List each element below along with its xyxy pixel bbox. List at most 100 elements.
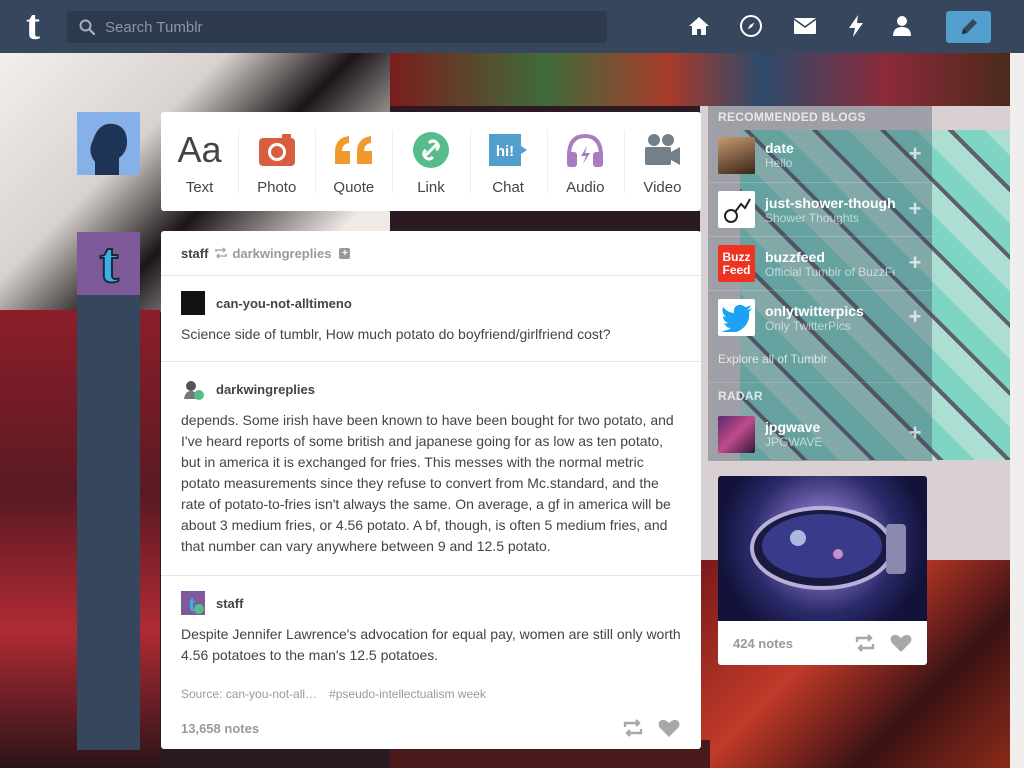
thread-avatar: t [181, 591, 205, 616]
tumblr-t-icon: t [98, 238, 120, 290]
link-icon [412, 127, 450, 173]
recommended-blogs-panel: RECOMMENDED BLOGS date Hello + just-show… [708, 106, 932, 461]
user-silhouette-icon [77, 112, 140, 175]
inbox-icon[interactable] [792, 13, 818, 39]
post-photo-label: Photo [257, 179, 297, 196]
post-text-label: Text [185, 179, 214, 196]
blog-subtitle: Only TwitterPics [765, 318, 851, 333]
thread-user[interactable]: darkwingreplies [181, 377, 681, 401]
blog-subtitle: JPGWAVE [765, 435, 823, 449]
reblogged-from: darkwingreplies + [214, 246, 351, 261]
thread-username[interactable]: darkwingreplies [216, 382, 315, 397]
post-chat-button[interactable]: hi! Chat [469, 112, 547, 211]
follow-plus-icon[interactable]: + [904, 143, 926, 166]
recommended-blog[interactable]: date Hello + [708, 128, 932, 182]
post-author-link[interactable]: staff [181, 246, 208, 261]
home-icon[interactable] [686, 13, 712, 39]
thread-user[interactable]: can-you-not-alltimeno [181, 291, 681, 315]
radar-notes-count[interactable]: 424 notes [733, 636, 840, 651]
blog-avatar [718, 191, 755, 228]
thread-avatar [181, 377, 205, 401]
recommended-blog[interactable]: onlytwitterpics Only TwitterPics + [708, 290, 932, 344]
staff-avatar[interactable]: t [77, 232, 140, 295]
radar-post-image[interactable] [718, 476, 927, 621]
blog-name[interactable]: just-shower-thoughts [765, 195, 895, 211]
tumblr-logo[interactable]: t [16, 5, 50, 47]
blog-subtitle: Shower Thoughts [765, 210, 859, 225]
thread-text: Despite Jennifer Lawrence's advocation f… [181, 626, 681, 663]
shower-thought-icon [723, 198, 751, 223]
blog-name[interactable]: date [765, 140, 895, 156]
post-audio-label: Audio [566, 179, 605, 196]
thread-text: Science side of tumblr, How much potato … [181, 326, 611, 342]
reblog-icon[interactable] [621, 717, 645, 739]
explore-icon[interactable] [738, 13, 764, 39]
follow-plus-icon[interactable]: + [904, 422, 926, 445]
twitter-bird-icon [720, 304, 752, 332]
account-icon[interactable] [889, 13, 915, 39]
post-type-composer: Aa Text Photo Quote Link hi! Chat Audio [161, 112, 701, 211]
recommended-blogs-heading: RECOMMENDED BLOGS [718, 110, 866, 124]
like-heart-icon[interactable] [657, 717, 681, 739]
post-quote-button[interactable]: Quote [315, 112, 392, 211]
follow-plus-icon[interactable]: + [904, 252, 926, 275]
compose-button[interactable] [946, 11, 991, 43]
blog-avatar [718, 415, 755, 453]
thread-item: can-you-not-alltimeno Science side of tu… [161, 276, 701, 362]
search-input[interactable] [105, 11, 595, 43]
blog-name[interactable]: jpgwave [765, 419, 895, 435]
like-heart-icon[interactable] [890, 633, 912, 653]
blog-avatar: Buzz Feed [718, 245, 755, 282]
post-link-label: Link [417, 179, 445, 196]
radar-heading: RADAR [708, 382, 932, 407]
search-icon [79, 19, 95, 35]
blog-subtitle: Hello [765, 156, 793, 170]
right-sidebar: RECOMMENDED BLOGS date Hello + just-show… [708, 106, 932, 461]
post-footer: 13,658 notes [181, 715, 681, 741]
thread-user[interactable]: t staff [181, 591, 681, 616]
blog-name[interactable]: buzzfeed [765, 249, 895, 265]
post-meta: Source: can-you-not-all… #pseudo-intelle… [181, 687, 486, 701]
post-quote-label: Quote [333, 179, 375, 196]
recommended-blog[interactable]: just-shower-thoughts Shower Thoughts + [708, 182, 932, 236]
radar-post-footer: 424 notes [718, 621, 927, 665]
thread-username[interactable]: can-you-not-alltimeno [216, 296, 352, 311]
svg-text:t: t [99, 238, 119, 290]
post-video-button[interactable]: Video [623, 112, 701, 211]
thread-text: depends. Some irish have been known to h… [181, 412, 674, 554]
follow-plus-icon[interactable]: + [339, 247, 351, 259]
headphones-icon [565, 127, 605, 173]
text-icon: Aa [177, 129, 222, 170]
thread-username[interactable]: staff [216, 596, 243, 611]
post-link-button[interactable]: Link [392, 112, 469, 211]
post-chat-label: Chat [492, 179, 524, 196]
activity-icon[interactable] [843, 13, 869, 39]
post-photo-button[interactable]: Photo [238, 112, 315, 211]
follow-plus-icon[interactable]: + [904, 306, 926, 329]
reblogged-from-link[interactable]: darkwingreplies [232, 246, 331, 261]
blog-name[interactable]: onlytwitterpics [765, 303, 895, 319]
thread-item: darkwingreplies depends. Some irish have… [161, 362, 701, 576]
top-navbar: t [0, 0, 1024, 53]
post-source-link[interactable]: Source: can-you-not-all… [181, 687, 317, 701]
buzzfeed-logo: Buzz Feed [722, 249, 751, 277]
recommended-blog[interactable]: Buzz Feed buzzfeed Official Tumblr of Bu… [708, 236, 932, 290]
svg-text:hi!: hi! [496, 143, 514, 160]
post-notes-count[interactable]: 13,658 notes [181, 721, 609, 736]
post-audio-button[interactable]: Audio [546, 112, 624, 211]
user-avatar[interactable] [77, 112, 140, 175]
chat-icon: hi! [487, 127, 529, 173]
post-video-label: Video [643, 179, 682, 196]
thread-avatar [181, 291, 205, 315]
post-tag[interactable]: #pseudo-intellectualism week [329, 687, 486, 701]
explore-all-link[interactable]: Explore all of Tumblr [708, 344, 932, 382]
reblog-icon[interactable] [854, 633, 876, 653]
post-text-button[interactable]: Aa Text [161, 112, 238, 211]
radar-blog[interactable]: jpgwave JPGWAVE + [708, 407, 932, 461]
radar-post-card: 424 notes [718, 476, 927, 665]
follow-plus-icon[interactable]: + [904, 198, 926, 221]
thread-item: t staff Despite Jennifer Lawrence's advo… [161, 576, 701, 684]
search-bar[interactable] [67, 11, 607, 43]
dashboard-post: staff darkwingreplies + can-you-not-allt… [161, 231, 701, 749]
post-header: staff darkwingreplies + [161, 231, 701, 276]
